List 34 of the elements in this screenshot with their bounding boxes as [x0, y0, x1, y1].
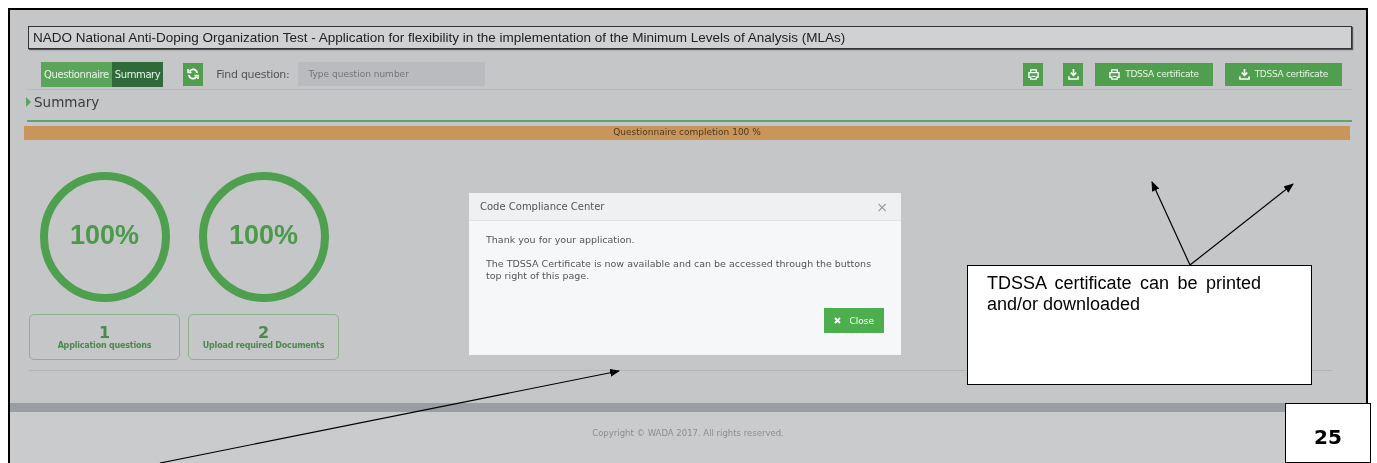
dialog-message: The TDSSA Certificate is now available and can be accessed through the buttons top right of this page. [486, 258, 873, 282]
summary-card[interactable]: 2 Upload required Documents [188, 314, 339, 360]
dialog-message: Thank you for your application. [486, 234, 636, 246]
download-button[interactable] [1063, 62, 1084, 86]
percent-value: 100% [68, 220, 141, 251]
refresh-button[interactable] [183, 62, 204, 86]
refresh-icon [187, 68, 200, 80]
view-tab[interactable]: Summary [111, 61, 164, 87]
count-value: 2 [257, 324, 270, 341]
summary-card[interactable]: 1 Application questions [29, 314, 180, 360]
printer-icon [1027, 68, 1039, 80]
download-icon [1067, 68, 1079, 80]
page-title: NADO National Anti-Doping Organization Test - Application for flexibility in the implementation of the Minimum Levels of Analysis (MLAs) [28, 26, 1352, 49]
page-number: 25 [1285, 403, 1371, 463]
close-button[interactable]: Close [824, 308, 884, 333]
close-icon [834, 317, 842, 324]
dialog-title: Code Compliance Center [480, 201, 605, 212]
triangle-icon [26, 97, 31, 107]
count-value: 1 [98, 324, 111, 341]
section-heading: Summary [34, 94, 100, 110]
printer-icon [1109, 68, 1121, 80]
view-tab[interactable]: Questionnaire [41, 61, 112, 87]
download-icon [1238, 68, 1250, 80]
search-field[interactable]: Type question number [298, 62, 486, 86]
card-caption: Upload required Documents [202, 340, 325, 350]
certificate-button[interactable]: TDSSA certificate [1095, 62, 1213, 86]
card-caption: Application questions [57, 340, 152, 350]
find-label: Find question: [216, 67, 290, 81]
close-button[interactable]: × [876, 198, 888, 215]
progress-label: Questionnaire completion 100 % [612, 127, 762, 137]
certificate-button[interactable]: TDSSA certificate [1224, 62, 1342, 86]
percent-value: 100% [227, 220, 300, 251]
callout-note: TDSSA certificate can be printed and/or downloaded [967, 265, 1312, 385]
print-button[interactable] [1023, 62, 1044, 86]
